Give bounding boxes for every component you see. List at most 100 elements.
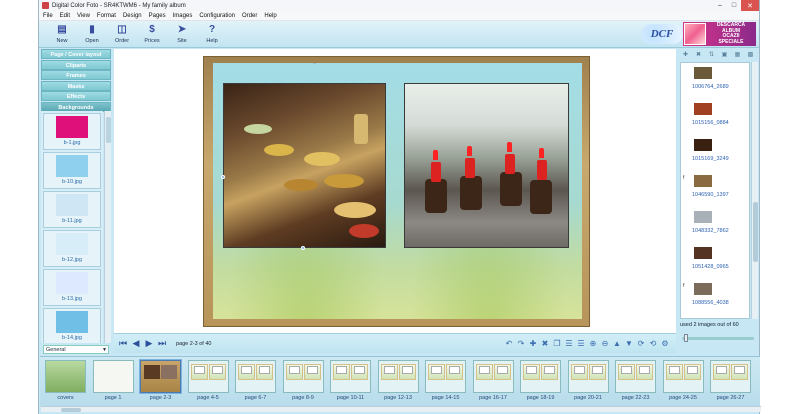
menu-edit[interactable]: Edit [60, 13, 70, 19]
order-button[interactable]: ◫ Order [107, 21, 137, 44]
image-add-icon[interactable]: ✚ [681, 50, 690, 58]
page-thumb[interactable]: page 10-11 [329, 360, 372, 405]
right-page[interactable] [396, 63, 582, 319]
category-effects[interactable]: Effects [41, 91, 111, 101]
help-button[interactable]: ? Help [197, 21, 227, 44]
page-thumb[interactable]: page 4-5 [187, 360, 230, 405]
page-thumb[interactable]: covers [44, 360, 87, 405]
slider-knob[interactable] [684, 334, 688, 342]
page-thumb[interactable]: page 16-17 [472, 360, 515, 405]
menu-format[interactable]: Format [97, 13, 116, 19]
prices-button[interactable]: $ Prices [137, 21, 167, 44]
image-folder-icon[interactable]: ▣ [720, 50, 729, 58]
thumbnail-size-slider[interactable] [682, 334, 754, 342]
background-thumb[interactable]: b-10.jpg [43, 152, 101, 189]
prev-page-button[interactable]: ◀ [131, 338, 141, 350]
image-remove-icon[interactable]: ✖ [694, 50, 703, 58]
menu-pages[interactable]: Pages [149, 13, 166, 19]
copy-icon[interactable]: ❐ [552, 339, 562, 349]
background-thumb[interactable]: b-12.jpg [43, 230, 101, 267]
align-left-icon[interactable]: ☰ [564, 339, 574, 349]
image-item[interactable]: 1006764_2689 [681, 63, 749, 99]
menu-file[interactable]: File [43, 13, 53, 19]
right-scroll-thumb[interactable] [753, 202, 758, 262]
page-thumb[interactable]: page 18-19 [519, 360, 562, 405]
background-preview [56, 116, 88, 138]
left-scroll-thumb[interactable] [106, 117, 111, 143]
page-thumb[interactable]: page 14-15 [424, 360, 467, 405]
photo-horse-guards[interactable] [404, 83, 569, 248]
page-thumb[interactable]: page 20-21 [567, 360, 610, 405]
left-page[interactable] [213, 63, 399, 319]
settings-icon[interactable]: ⚙ [660, 339, 670, 349]
bring-front-icon[interactable]: ▲ [612, 339, 622, 349]
zoom-out-icon[interactable]: ⊖ [600, 339, 610, 349]
align-right-icon[interactable]: ☰ [576, 339, 586, 349]
menu-view[interactable]: View [77, 13, 90, 19]
resize-handle[interactable] [221, 175, 225, 179]
page-strip-scroll-thumb[interactable] [61, 408, 81, 412]
minimize-icon[interactable]: – [713, 0, 727, 11]
category-select[interactable]: General ▼ [43, 345, 109, 354]
page-strip-scrollbar[interactable] [41, 406, 761, 412]
page-thumb[interactable]: page 22-23 [614, 360, 657, 405]
background-thumb[interactable]: b-14.jpg [43, 308, 101, 343]
zoom-in-icon[interactable]: ⊕ [588, 339, 598, 349]
image-item[interactable]: f 1046590_1397 [681, 171, 749, 207]
page-thumb[interactable]: page 8-9 [282, 360, 325, 405]
promo-image [684, 23, 706, 45]
delete-icon[interactable]: ✖ [540, 339, 550, 349]
page-spread[interactable] [203, 56, 590, 327]
menu-configuration[interactable]: Configuration [199, 13, 235, 19]
promo-ad[interactable]: DESCARCĂ ALBUM OCAZII SPECIALE [683, 22, 756, 46]
image-item[interactable]: 1048332_7862 [681, 207, 749, 243]
first-page-button[interactable]: ⏮ [118, 338, 128, 350]
left-scrollbar[interactable] [104, 111, 111, 343]
photo-buffet[interactable] [223, 83, 386, 248]
image-item[interactable]: f 1088556_4038 [681, 279, 749, 315]
menu-images[interactable]: Images [173, 13, 193, 19]
redo-icon[interactable]: ↷ [516, 339, 526, 349]
page-thumb[interactable]: page 12-13 [377, 360, 420, 405]
category-frames[interactable]: Frames [41, 70, 111, 80]
background-thumb[interactable]: b-11.jpg [43, 191, 101, 228]
rotate-icon[interactable]: ⟳ [636, 339, 646, 349]
image-grid-icon[interactable]: ▩ [746, 50, 755, 58]
site-button[interactable]: ➤ Site [167, 21, 197, 44]
promo-banner[interactable]: DCF DESCARCĂ ALBUM OCAZII SPECIALE [641, 22, 756, 46]
album-workspace[interactable] [114, 49, 676, 333]
right-scrollbar[interactable] [751, 62, 758, 319]
next-page-button[interactable]: ▶ [144, 338, 154, 350]
image-item[interactable]: 1015169_3249 [681, 135, 749, 171]
category-cliparts[interactable]: Cliparts [41, 59, 111, 70]
category-backgrounds[interactable]: Backgrounds [41, 101, 111, 112]
background-thumb[interactable]: b-13.jpg [43, 269, 101, 306]
image-item[interactable]: 1015156_0884 [681, 99, 749, 135]
category-page-cover-layout[interactable]: Page / Cover layout [41, 49, 111, 59]
category-masks[interactable]: Masks [41, 80, 111, 91]
app-icon [42, 2, 49, 9]
page-thumb[interactable]: page 24-25 [662, 360, 705, 405]
menu-help[interactable]: Help [264, 13, 276, 19]
page-thumb[interactable]: page 2-3 [139, 360, 182, 405]
undo-icon[interactable]: ↶ [504, 339, 514, 349]
add-icon[interactable]: ✚ [528, 339, 538, 349]
maximize-icon[interactable]: □ [727, 0, 741, 11]
page-thumb[interactable]: page 6-7 [234, 360, 277, 405]
menu-order[interactable]: Order [242, 13, 257, 19]
image-item[interactable]: 1051428_0965 [681, 243, 749, 279]
open-button[interactable]: ▮ Open [77, 21, 107, 44]
page-thumb[interactable]: page 1 [92, 360, 135, 405]
image-view-icon[interactable]: ▦ [733, 50, 742, 58]
refresh-icon[interactable]: ⟲ [648, 339, 658, 349]
page-thumb[interactable]: page 26-27 [709, 360, 752, 405]
rotate-handle[interactable] [312, 63, 317, 64]
menu-design[interactable]: Design [123, 13, 142, 19]
close-icon[interactable]: ✕ [741, 0, 759, 11]
image-sort-icon[interactable]: ⇅ [707, 50, 716, 58]
resize-handle[interactable] [301, 246, 305, 250]
send-back-icon[interactable]: ▼ [624, 339, 634, 349]
new-button[interactable]: ▤ New [47, 21, 77, 44]
background-thumb[interactable]: b-1.jpg [43, 113, 101, 150]
last-page-button[interactable]: ⏭ [157, 338, 167, 350]
